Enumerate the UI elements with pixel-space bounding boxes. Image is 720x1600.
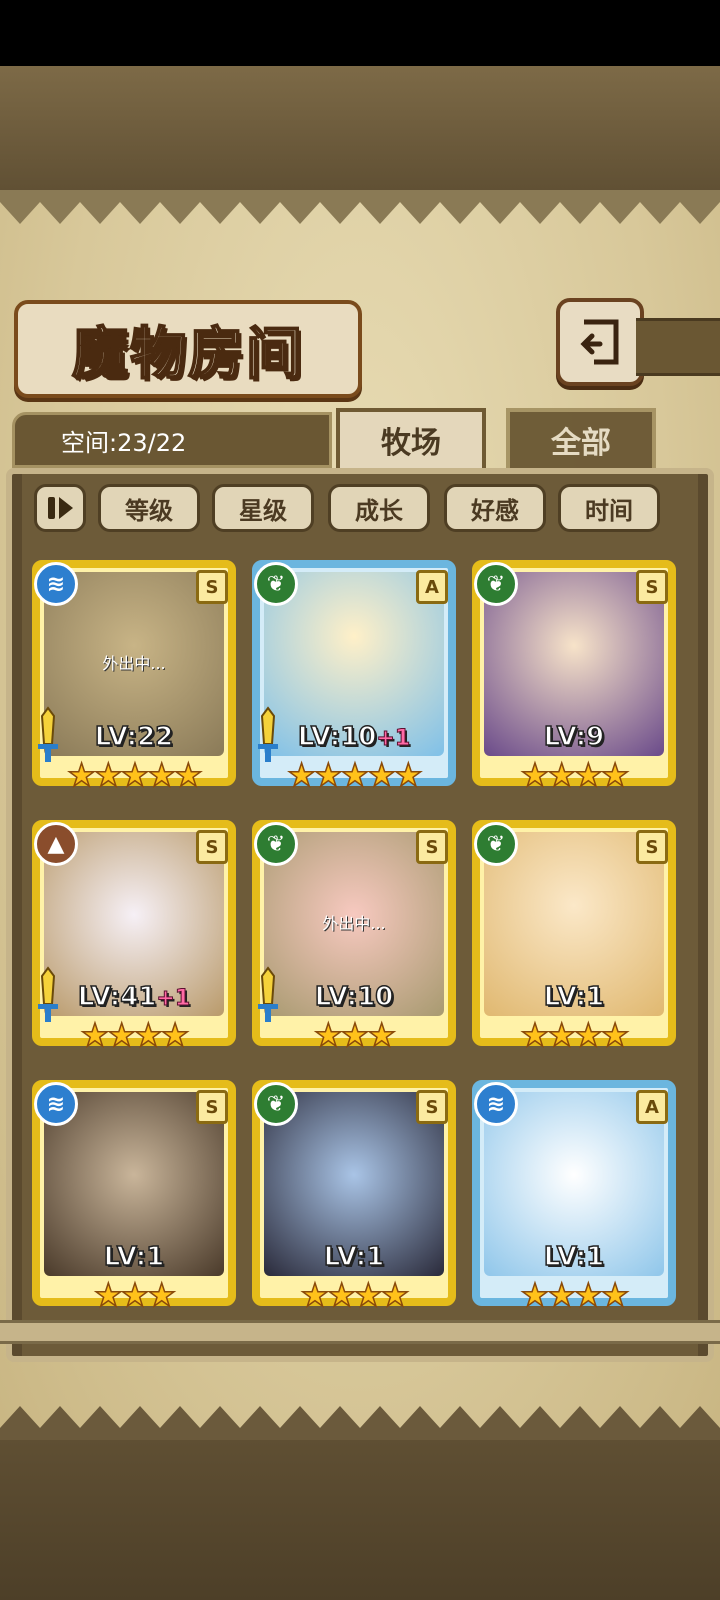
sort-affection-button[interactable]: 好感 [444,484,546,532]
level-label: LV:1 [32,1241,236,1273]
star-rating: ★★★★ [520,1015,630,1055]
title-plate: 魔物房间 [14,300,362,398]
sort-time-button[interactable]: 时间 [558,484,660,532]
plant-element-icon: ❦ [254,822,298,866]
plant-element-icon: ❦ [254,562,298,606]
zigzag-bottom-border [0,1406,720,1440]
monster-card[interactable]: A ≋ LV:1 ★★★★ [472,1080,682,1320]
star-rating: ★★★★★ [67,755,204,795]
level-value: LV:10 [297,721,377,753]
zigzag-top-border [0,190,720,224]
monster-card[interactable]: S ❦ LV:9 ★★★★ [472,560,682,800]
level-label: LV:41+1 [32,981,236,1013]
tab-all[interactable]: 全部 [506,408,656,472]
water-element-icon: ≋ [34,562,78,606]
star-rating: ★★★★★ [287,755,424,795]
level-value: LV:1 [543,981,605,1013]
tab-ranch-label: 牧场 [381,426,441,461]
sort-time-label: 时间 [585,496,633,525]
pause-sort-icon [48,497,73,519]
star-rating: ★★★★ [300,1275,410,1315]
away-status: 外出中... [102,654,166,673]
tab-ranch[interactable]: 牧场 [336,408,486,472]
space-capacity: 空间:23/22 [12,412,332,468]
star-rating: ★★★ [93,1275,177,1315]
sort-growth-label: 成长 [355,496,403,525]
sort-order-toggle[interactable] [34,484,86,532]
level-label: LV:1 [472,981,676,1013]
level-bonus: +1 [156,986,191,1012]
level-value: LV:1 [103,1241,165,1273]
level-label: LV:10 [252,981,456,1013]
sort-level-button[interactable]: 等级 [98,484,200,532]
level-value: LV:1 [543,1241,605,1273]
space-capacity-text: 空间:23/22 [61,428,187,457]
plant-element-icon: ❦ [254,1082,298,1126]
star-rating: ★★★★ [80,1015,190,1055]
rank-badge: S [196,570,228,604]
back-button[interactable] [556,298,644,386]
water-element-icon: ≋ [34,1082,78,1126]
monster-card[interactable]: S ❦ LV:1 ★★★★ [252,1080,462,1320]
rank-badge: A [416,570,448,604]
back-arrow-icon [580,319,619,365]
level-label: LV:1 [252,1241,456,1273]
rank-badge: S [416,830,448,864]
monster-card[interactable]: S ≋ LV:1 ★★★ [32,1080,242,1320]
page-title: 魔物房间 [71,320,304,388]
rank-badge: A [636,1090,668,1124]
rank-badge: S [636,830,668,864]
sort-growth-button[interactable]: 成长 [328,484,430,532]
rank-badge: S [636,570,668,604]
plant-element-icon: ❦ [474,822,518,866]
away-status: 外出中... [322,914,386,933]
sort-level-label: 等级 [125,496,173,525]
monster-card[interactable]: S ▲ LV:41+1 ★★★★ [32,820,242,1060]
level-bonus: +1 [376,726,411,752]
panel-bottom-border [0,1320,720,1344]
tab-row: 空间:23/22 牧场 全部 [12,408,708,472]
level-label: LV:9 [472,721,676,753]
level-value: LV:1 [323,1241,385,1273]
rank-badge: S [416,1090,448,1124]
earth-element-icon: ▲ [34,822,78,866]
star-rating: ★★★ [313,1015,397,1055]
plant-element-icon: ❦ [474,562,518,606]
rank-badge: S [196,830,228,864]
tab-all-label: 全部 [551,426,611,461]
level-value: LV:10 [314,981,394,1013]
sort-affection-label: 好感 [471,496,519,525]
status-bar [0,0,720,66]
level-value: LV:41 [77,981,157,1013]
level-value: LV:9 [543,721,605,753]
background-top [0,66,720,196]
sort-star-label: 星级 [239,496,287,525]
monster-card[interactable]: A ❦ LV:10+1 ★★★★★ [252,560,462,800]
star-rating: ★★★★ [520,1275,630,1315]
back-button-rail [636,318,720,376]
sort-star-button[interactable]: 星级 [212,484,314,532]
star-rating: ★★★★ [520,755,630,795]
monster-card[interactable]: S ❦ LV:1 ★★★★ [472,820,682,1060]
sort-bar: 等级 星级 成长 好感 时间 [30,484,690,532]
background-bottom [0,1440,720,1600]
monster-card[interactable]: S ❦ 外出中... LV:10 ★★★ [252,820,462,1060]
rank-badge: S [196,1090,228,1124]
monster-card[interactable]: S ≋ 外出中... LV:22 ★★★★★ [32,560,242,800]
level-label: LV:10+1 [252,721,456,753]
level-label: LV:22 [32,721,236,753]
water-element-icon: ≋ [474,1082,518,1126]
level-label: LV:1 [472,1241,676,1273]
level-value: LV:22 [94,721,174,753]
